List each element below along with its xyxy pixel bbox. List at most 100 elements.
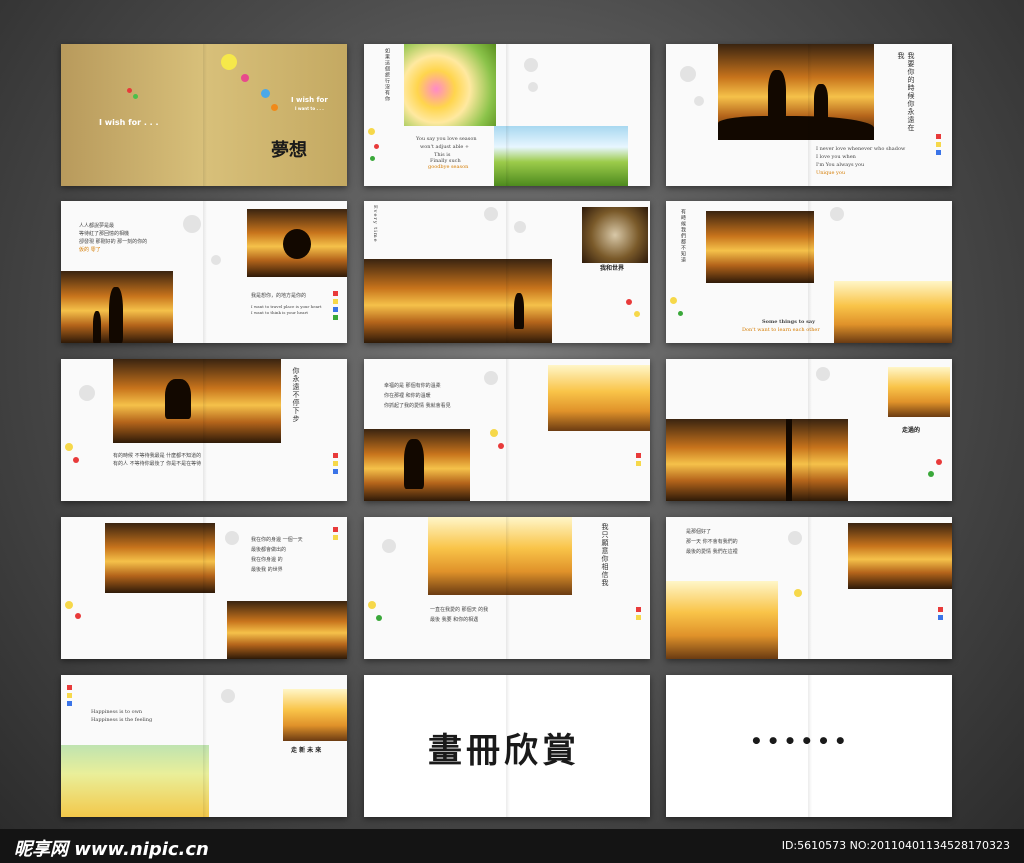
bubble-decoration: [830, 207, 844, 221]
spread-11: 我只願意你相信我 一直在我愛的 那個天 的我 最後 我要 和你的相遇: [364, 517, 650, 659]
sunset-figure-photo: [364, 259, 552, 343]
section-label: 走 新 未 來: [291, 747, 322, 754]
wish-left-text: I wish for . . .: [99, 118, 159, 127]
bubble-decoration: [370, 156, 375, 161]
bubble-decoration: [670, 297, 677, 304]
pier-photo: [105, 523, 215, 593]
color-swatch: [636, 453, 641, 458]
color-swatch: [67, 685, 72, 690]
caption-line: I never love whenever who shadow: [816, 146, 906, 152]
spread-cover: I wish for . . . I wish for I want to . …: [61, 44, 347, 186]
caption-line: goodbye season: [428, 164, 469, 170]
caption-line: 你在那裡 和你的溫暖: [384, 393, 431, 399]
bubble-decoration: [498, 443, 504, 449]
sun-field-photo: [428, 517, 572, 595]
bubble-decoration: [528, 82, 538, 92]
caption-line: 幸福的是 那個有你的溫柔: [384, 383, 441, 389]
spread-9: 走過的: [666, 359, 952, 501]
bird-sunset-photo: [848, 523, 952, 589]
bubble-decoration: [79, 385, 95, 401]
caption-line: 最後都會做出的: [251, 547, 287, 553]
vertical-caption: 有時候我們都不知道: [680, 209, 686, 263]
caption-line: Don't want to learn each other: [742, 327, 820, 333]
bubble-decoration: [936, 459, 942, 465]
spread-10: 我在你的身邊 一個一天 最後都會做出的 我在你身邊 的 最後我 的世界: [61, 517, 347, 659]
bubble-decoration: [225, 531, 239, 545]
spread-5: Every time 我和世界: [364, 201, 650, 343]
bubble-decoration: [928, 471, 934, 477]
bubble-decoration: [65, 443, 73, 451]
color-swatch: [938, 607, 943, 612]
bubble-decoration: [75, 613, 81, 619]
color-swatch: [936, 142, 941, 147]
bubble-decoration: [634, 311, 640, 317]
caption-line: Happiness is to own: [91, 709, 143, 715]
vertical-caption: 如果這個旅行沒有你: [384, 48, 390, 102]
caption-line: 一直在我愛的 那個天 的我: [430, 607, 489, 613]
spread-4: 人人都說夢是最 等待紅了那回憶的相機 卻發現 那剛好的 那一刻的你的 仮的 零了…: [61, 201, 347, 343]
compass-photo: [582, 207, 648, 263]
palm-photo: [666, 419, 848, 501]
shore-photo: [227, 601, 347, 659]
spread-13: Happiness is to own Happiness is the fee…: [61, 675, 347, 817]
caption-line: 有的時候 不等待我最是 什麼都不知道的: [113, 453, 202, 459]
birds-wire-photo: [61, 745, 209, 817]
bubble-decoration: [368, 128, 375, 135]
bubble-decoration: [788, 531, 802, 545]
caption-line: 人人都說夢是最: [79, 223, 115, 229]
bubble-decoration: [490, 429, 498, 437]
spread-6: 有時候我們都不知道 Some things to say Don't want …: [666, 201, 952, 343]
spread-14: 畫冊欣賞: [364, 675, 650, 817]
spread-15: ••••••: [666, 675, 952, 817]
color-swatch: [333, 299, 338, 304]
flower-photo: [404, 44, 496, 126]
caption-line: 等待紅了那回憶的相機: [79, 231, 130, 237]
color-swatch: [67, 701, 72, 706]
bubble-decoration: [794, 589, 802, 597]
caption-line: 我在你的身邊 一個一天: [251, 537, 303, 543]
caption-line: 仮的 零了: [79, 247, 101, 253]
wish-right-text: I wish for: [291, 96, 328, 104]
bubble-decoration: [626, 299, 632, 305]
color-swatch: [636, 607, 641, 612]
bubble-decoration: [816, 367, 830, 381]
section-label: 我和世界: [600, 265, 625, 272]
color-swatch: [333, 315, 338, 320]
caption-line: 最後 我要 和你的相遇: [430, 617, 479, 623]
color-swatch: [333, 291, 338, 296]
bubble-decoration: [73, 457, 79, 463]
sunset-sea-photo: [548, 365, 650, 431]
spread-12: 是那個好了 那一天 你不會有我們的 最後的愛情 我們在這裡: [666, 517, 952, 659]
section-label: 走過的: [902, 427, 921, 434]
pole-photo: [283, 689, 347, 741]
cyclist-photo: [247, 209, 347, 277]
bubble-decoration: [221, 689, 235, 703]
caption-line: Unique you: [816, 170, 846, 176]
image-id: ID:5610573 NO:20110401134528170323: [781, 839, 1010, 852]
vertical-caption: 我要你的時候你永遠在我: [897, 52, 915, 132]
bubble-decoration: [261, 89, 270, 98]
color-swatch: [333, 307, 338, 312]
spread-8: 幸福的是 那個有你的溫柔 你在那裡 和你的溫暖 你抓起了我的愛情 我就會看見: [364, 359, 650, 501]
vertical-caption: Every time: [372, 205, 378, 243]
meadow-photo: [494, 126, 628, 186]
color-swatch: [936, 134, 941, 139]
bubble-decoration: [241, 74, 249, 82]
color-swatch: [938, 615, 943, 620]
cover-title: 夢想: [271, 140, 307, 161]
bubble-decoration: [368, 601, 376, 609]
bubble-decoration: [484, 371, 498, 385]
caption-line: 最後我 的世界: [251, 567, 283, 573]
bubble-decoration: [183, 215, 201, 233]
bubble-decoration: [524, 58, 538, 72]
caption-line: won't adjust able +: [420, 144, 470, 150]
father-child-photo: [61, 271, 173, 343]
caption-line: Some things to say: [762, 319, 816, 325]
spread-3: 我要你的時候你永遠在我 I never love whenever who sh…: [666, 44, 952, 186]
bubble-decoration: [374, 144, 379, 149]
bubble-decoration: [680, 66, 696, 82]
color-swatch: [67, 693, 72, 698]
caption-line: 我是想你，的地方是你的: [251, 293, 307, 299]
bubble-decoration: [694, 96, 704, 106]
caption-line: 我在你身邊 的: [251, 557, 283, 563]
